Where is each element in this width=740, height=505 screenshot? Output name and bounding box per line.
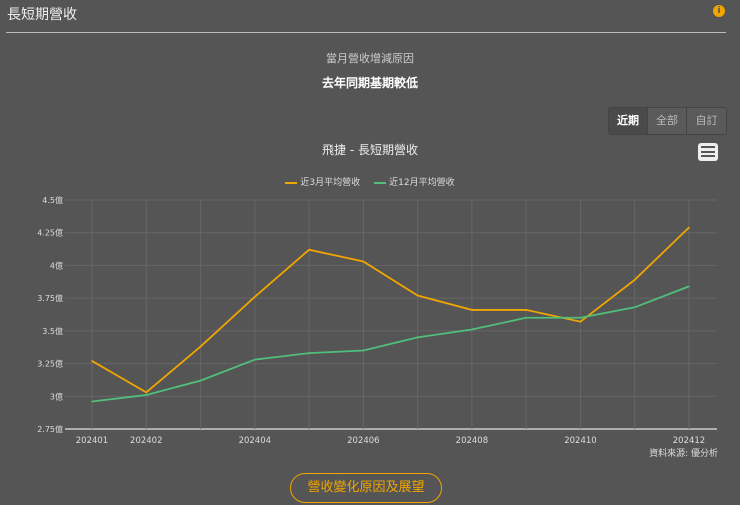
line-chart: 2.75億 3億 3.25億 3.5億 3.75億 4億 4.25億 4.5億 202401 20… <box>37 195 717 446</box>
data-point <box>254 358 256 361</box>
data-point <box>525 316 527 319</box>
x-tick-label: 202408 <box>456 436 488 446</box>
data-point <box>199 345 202 348</box>
data-point <box>308 352 310 354</box>
data-point <box>362 260 365 263</box>
series-line-3m <box>91 226 690 394</box>
data-point <box>688 226 690 229</box>
data-point <box>91 360 93 362</box>
data-point <box>91 400 93 403</box>
y-tick-label: 3.25億 <box>37 359 63 369</box>
x-tick-label: 202401 <box>76 436 108 446</box>
data-point <box>688 285 690 288</box>
y-tick-label: 3億 <box>50 391 63 401</box>
x-tick-label: 202406 <box>347 436 379 446</box>
data-point <box>145 391 148 394</box>
y-tick-label: 4億 <box>50 260 63 270</box>
data-point <box>633 306 636 309</box>
y-tick-label: 3.5億 <box>42 326 63 336</box>
y-tick-label: 4.5億 <box>42 195 63 205</box>
data-point <box>308 248 310 251</box>
data-point <box>525 309 527 311</box>
data-point <box>199 379 202 382</box>
y-tick-label: 2.75億 <box>37 424 63 434</box>
data-point <box>362 349 365 352</box>
data-point <box>471 309 473 311</box>
data-source: 資料來源: 優分析 <box>649 449 718 459</box>
x-tick-label: 202402 <box>130 436 162 446</box>
data-point <box>416 294 419 297</box>
data-point <box>145 394 148 396</box>
data-point <box>579 320 582 323</box>
y-tick-label: 4.25億 <box>37 228 63 238</box>
x-tick-label: 202404 <box>239 436 271 446</box>
data-point <box>416 336 419 339</box>
data-point <box>633 279 636 281</box>
data-point <box>471 328 473 331</box>
data-point <box>579 316 582 319</box>
revenue-outlook-button[interactable]: 營收變化原因及展望 <box>290 473 442 503</box>
x-tick-label: 202410 <box>564 436 596 446</box>
x-tick-label: 202412 <box>673 436 705 446</box>
y-tick-label: 3.75億 <box>37 293 63 303</box>
series-line-12m <box>91 285 690 403</box>
data-point <box>254 296 256 298</box>
